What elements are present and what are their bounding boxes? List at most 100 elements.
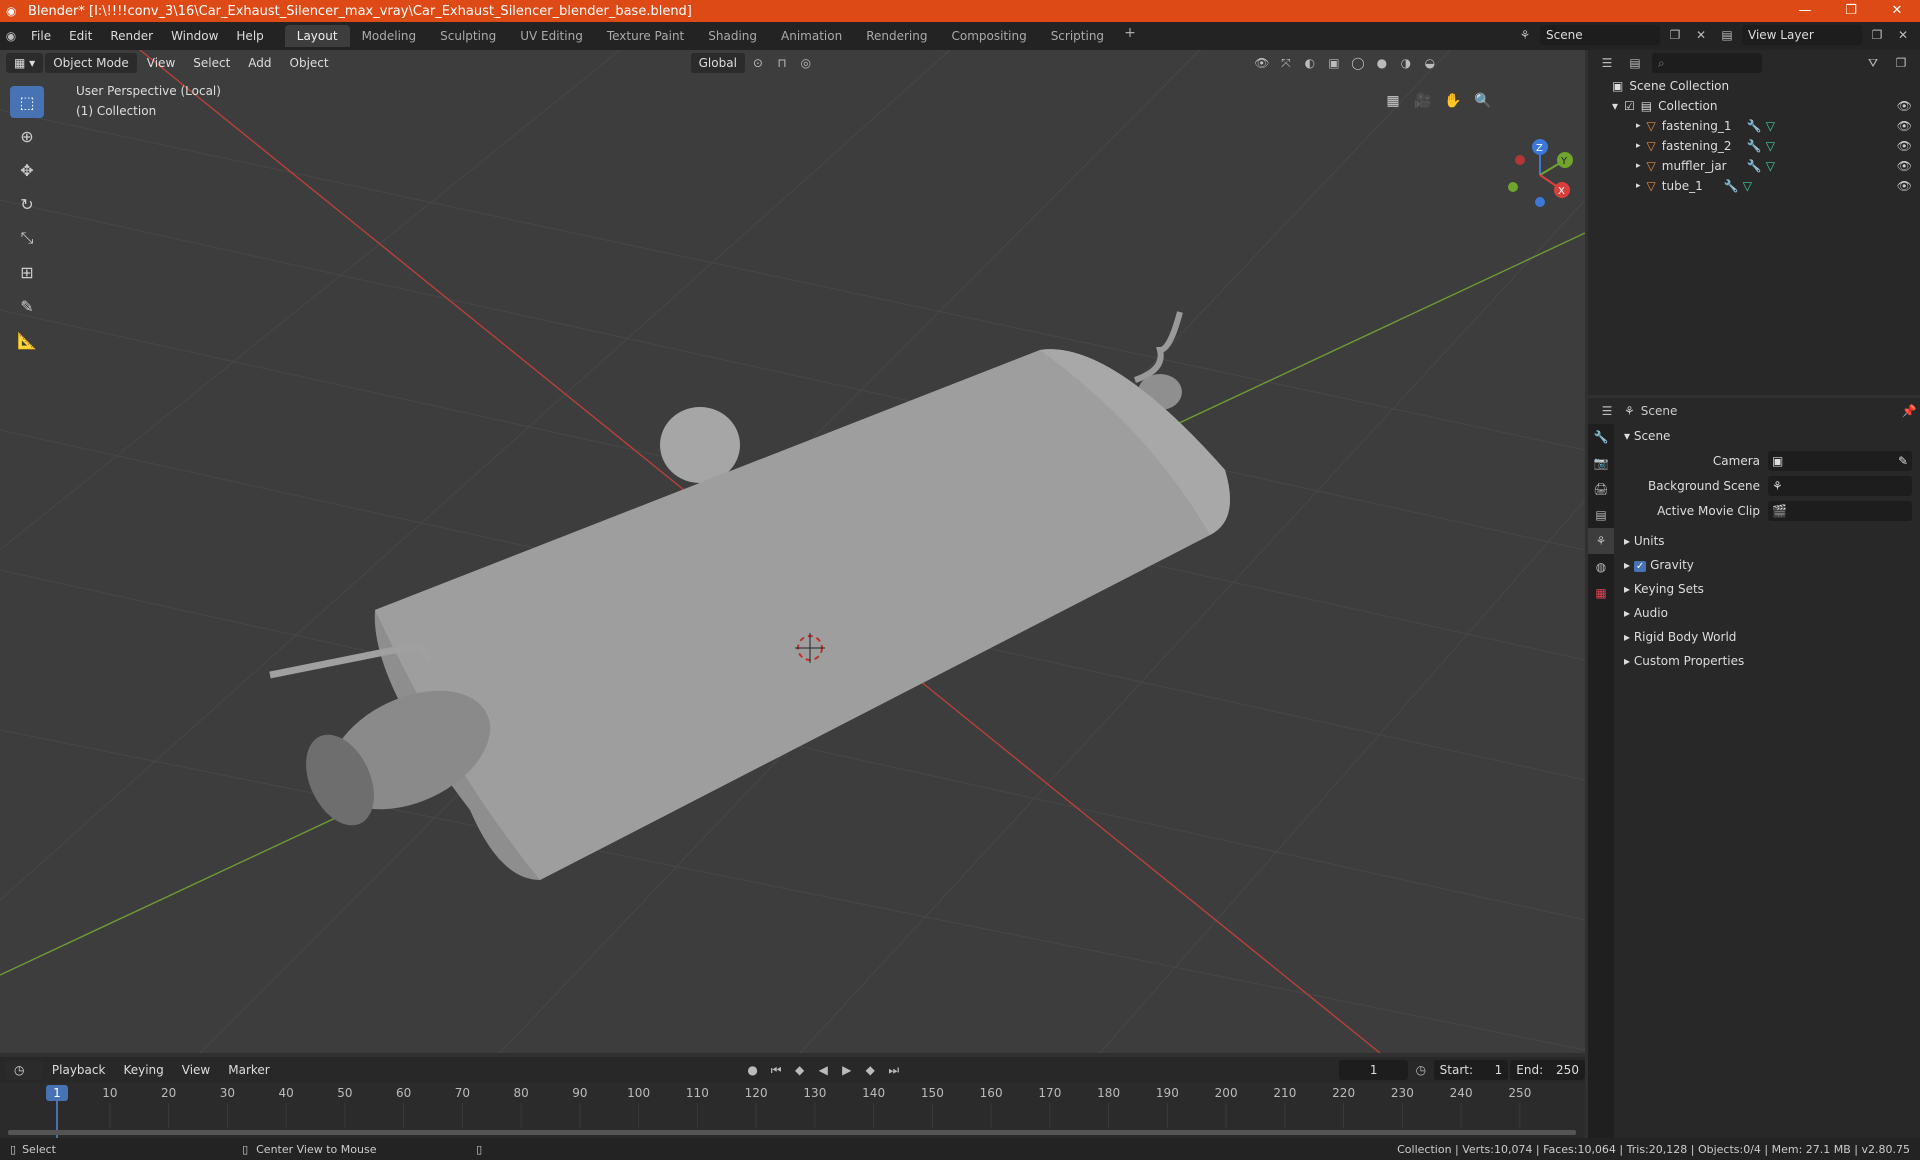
tool-tab-icon[interactable]: 🔧: [1588, 424, 1614, 450]
mesh-data-icon[interactable]: ▽: [1766, 159, 1775, 173]
transform-orientation-dropdown[interactable]: Global: [690, 53, 745, 73]
tab-modeling[interactable]: Modeling: [350, 25, 429, 47]
camera-view-icon[interactable]: 🎥: [1410, 88, 1436, 114]
material-shading-icon[interactable]: ◑: [1395, 53, 1417, 73]
viewport-menu-view[interactable]: View: [139, 53, 183, 73]
tab-shading[interactable]: Shading: [696, 25, 769, 47]
proportional-edit-icon[interactable]: ◎: [795, 53, 817, 73]
units-section[interactable]: ▸ Units: [1616, 529, 1920, 553]
rendered-shading-icon[interactable]: ◒: [1419, 53, 1441, 73]
rigid-body-world-section[interactable]: ▸ Rigid Body World: [1616, 625, 1920, 649]
delete-scene-icon[interactable]: ✕: [1690, 25, 1712, 45]
gravity-checkbox[interactable]: ✓: [1633, 561, 1647, 572]
timeline-menu-keying[interactable]: Keying: [115, 1060, 171, 1080]
start-frame-field[interactable]: Start: 1: [1433, 1060, 1509, 1080]
tab-scripting[interactable]: Scripting: [1039, 25, 1116, 47]
active-movie-clip-field[interactable]: 🎬: [1768, 500, 1912, 521]
expand-arrow-icon[interactable]: ▸: [1636, 141, 1641, 151]
timeline-menu-playback[interactable]: Playback: [44, 1060, 114, 1080]
output-tab-icon[interactable]: 🖨: [1588, 476, 1614, 502]
wireframe-shading-icon[interactable]: ◯: [1347, 53, 1369, 73]
gravity-section[interactable]: ▸ ✓ Gravity: [1616, 553, 1920, 577]
mesh-data-icon[interactable]: ▽: [1766, 139, 1775, 153]
timeline-menu-view[interactable]: View: [174, 1060, 218, 1080]
scene-tab-icon[interactable]: ⚘: [1588, 528, 1614, 554]
modifier-wrench-icon[interactable]: 🔧: [1724, 179, 1739, 193]
viewport-scene[interactable]: Z Y X: [0, 50, 1585, 1053]
tab-layout[interactable]: Layout: [284, 25, 350, 47]
eye-icon[interactable]: 👁: [1897, 139, 1912, 153]
next-keyframe-icon[interactable]: ◆: [860, 1060, 882, 1080]
eye-icon[interactable]: 👁: [1897, 119, 1912, 133]
close-button[interactable]: ✕: [1874, 0, 1920, 22]
timeline-ruler[interactable]: 1 10 20 30 40 50 60 70 80 90 100 110 120 130 140 150 160…: [0, 1083, 1585, 1138]
new-scene-icon[interactable]: ❐: [1664, 25, 1686, 45]
eye-icon[interactable]: 👁: [1897, 99, 1912, 113]
record-icon[interactable]: ●: [742, 1060, 764, 1080]
jump-end-icon[interactable]: ⏭: [883, 1060, 905, 1080]
transform-icon[interactable]: ⊞: [10, 256, 44, 288]
prev-keyframe-icon[interactable]: ◆: [789, 1060, 811, 1080]
blender-menu-icon[interactable]: ◉: [0, 26, 22, 46]
mesh-data-icon[interactable]: ▽: [1743, 179, 1752, 193]
outliner-item-muffler-jar[interactable]: ▸ ▽ muffler_jar 🔧 ▽ 👁: [1588, 156, 1920, 176]
viewport-menu-add[interactable]: Add: [240, 53, 279, 73]
tab-rendering[interactable]: Rendering: [854, 25, 939, 47]
eyedropper-icon[interactable]: ✎: [1898, 454, 1908, 468]
timeline-menu-marker[interactable]: Marker: [220, 1060, 277, 1080]
select-box-icon[interactable]: ⬚: [10, 86, 44, 118]
delete-view-layer-icon[interactable]: ✕: [1892, 25, 1914, 45]
outliner-editor-type-icon[interactable]: ☰: [1596, 53, 1618, 73]
zoom-icon[interactable]: 🔍: [1470, 88, 1496, 114]
collapse-arrow-icon[interactable]: ▾: [1612, 99, 1618, 113]
jump-start-icon[interactable]: ⏮: [765, 1060, 787, 1080]
tab-animation[interactable]: Animation: [769, 25, 854, 47]
render-tab-icon[interactable]: 📷: [1588, 450, 1614, 476]
current-frame-field[interactable]: 1: [1339, 1060, 1409, 1080]
menu-help[interactable]: Help: [227, 22, 272, 50]
properties-editor-type-icon[interactable]: ☰: [1596, 401, 1618, 421]
navigation-gizmo[interactable]: Z Y X: [1508, 139, 1573, 207]
menu-window[interactable]: Window: [162, 22, 227, 50]
snap-icon[interactable]: ⊓: [771, 53, 793, 73]
menu-render[interactable]: Render: [101, 22, 162, 50]
background-scene-field[interactable]: ⚘: [1768, 475, 1912, 496]
outliner-scene-collection[interactable]: ▣ Scene Collection: [1588, 76, 1920, 96]
tab-sculpting[interactable]: Sculpting: [428, 25, 508, 47]
outliner-collection[interactable]: ▾ ☑ ▤ Collection 👁: [1588, 96, 1920, 116]
expand-arrow-icon[interactable]: ▸: [1636, 181, 1641, 191]
frame-ruler-svg[interactable]: 1 10 20 30 40 50 60 70 80 90 100 110 120 130 140 150 160…: [0, 1083, 1585, 1138]
overlay-toggle-icon[interactable]: ◐: [1299, 53, 1321, 73]
custom-properties-section[interactable]: ▸ Custom Properties: [1616, 649, 1920, 673]
viewport-menu-select[interactable]: Select: [185, 53, 238, 73]
muffler-model[interactable]: [269, 311, 1230, 880]
rotate-icon[interactable]: ↻: [10, 188, 44, 220]
view-layer-browse-icon[interactable]: ▤: [1716, 25, 1738, 45]
checkbox-icon[interactable]: ☑: [1624, 99, 1635, 113]
outliner-item-fastening-1[interactable]: ▸ ▽ fastening_1 🔧 ▽ 👁: [1588, 116, 1920, 136]
solid-shading-icon[interactable]: ●: [1371, 53, 1393, 73]
eye-icon[interactable]: 👁: [1897, 179, 1912, 193]
toggle-perspective-icon[interactable]: ▦: [1380, 88, 1406, 114]
mode-dropdown[interactable]: Object Mode: [45, 53, 137, 73]
modifier-wrench-icon[interactable]: 🔧: [1747, 139, 1762, 153]
pin-icon[interactable]: 📌: [1898, 401, 1920, 421]
restore-button[interactable]: ❐: [1828, 0, 1874, 22]
play-reverse-icon[interactable]: ◀: [812, 1060, 834, 1080]
scene-section-header[interactable]: ▾ Scene: [1616, 424, 1920, 448]
display-mode-icon[interactable]: ▤: [1624, 53, 1646, 73]
3d-viewport[interactable]: Z Y X ▦ ▾ Object Mode View Select Add Ob…: [0, 50, 1585, 1053]
filter-icon[interactable]: ⛛: [1862, 53, 1884, 73]
view-layer-tab-icon[interactable]: ▤: [1588, 502, 1614, 528]
new-collection-icon[interactable]: ❐: [1890, 53, 1912, 73]
editor-type-button[interactable]: ▦ ▾: [6, 53, 44, 73]
tab-uv-editing[interactable]: UV Editing: [508, 25, 595, 47]
tab-compositing[interactable]: Compositing: [939, 25, 1038, 47]
gizmo-toggle-icon[interactable]: ⤧: [1275, 53, 1297, 73]
keying-sets-section[interactable]: ▸ Keying Sets: [1616, 577, 1920, 601]
world-tab-icon[interactable]: ◍: [1588, 554, 1614, 580]
visibility-icon[interactable]: 👁: [1251, 53, 1273, 73]
expand-arrow-icon[interactable]: ▸: [1636, 121, 1641, 131]
preview-range-icon[interactable]: ◷: [1410, 1060, 1432, 1080]
annotate-icon[interactable]: ✎: [10, 290, 44, 322]
